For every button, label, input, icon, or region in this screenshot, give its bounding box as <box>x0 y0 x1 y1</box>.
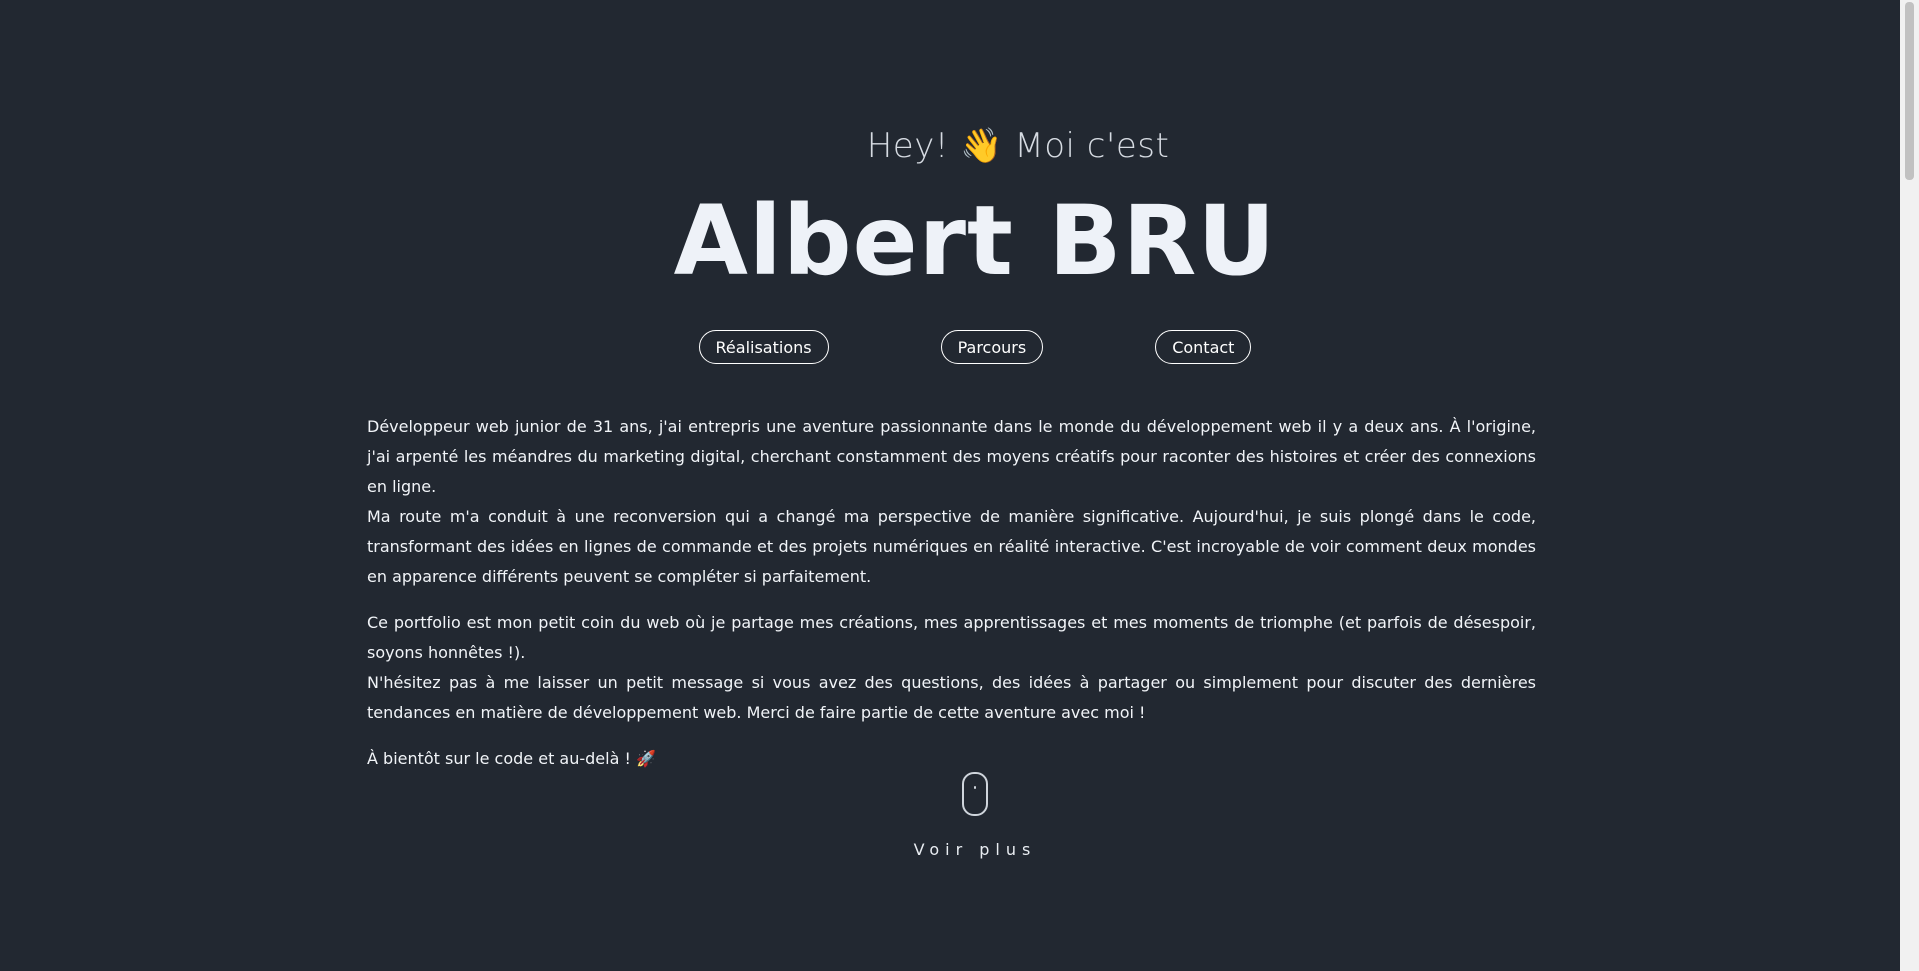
bio-p2-line1: Ce portfolio est mon petit coin du web o… <box>367 613 1536 662</box>
scrollbar-thumb[interactable] <box>1905 2 1914 180</box>
bio-paragraph-1: Développeur web junior de 31 ans, j'ai e… <box>367 412 1536 592</box>
page: Hey! 👋 Moi c'est Albert BRU Réalisations… <box>0 0 1919 971</box>
nav-button-contact[interactable]: Contact <box>1155 330 1252 364</box>
nav-button-realisations[interactable]: Réalisations <box>698 330 829 364</box>
scroll-hint: Voir plus <box>0 772 1900 859</box>
mouse-wheel <box>974 786 976 789</box>
mouse-scroll-icon[interactable] <box>962 772 988 816</box>
bio-text: Développeur web junior de 31 ans, j'ai e… <box>367 412 1536 790</box>
hero-section: Hey! 👋 Moi c'est Albert BRU Réalisations… <box>0 0 1900 971</box>
bio-p2-line2: N'hésitez pas à me laisser un petit mess… <box>367 673 1536 722</box>
bio-p1-line1: Développeur web junior de 31 ans, j'ai e… <box>367 417 1536 496</box>
vertical-scrollbar[interactable] <box>1900 0 1919 971</box>
main-nav: Réalisations Parcours Contact <box>0 330 1900 364</box>
greeting: Hey! 👋 Moi c'est <box>866 126 1170 166</box>
voir-plus-link[interactable]: Voir plus <box>50 840 1900 859</box>
nav-button-parcours[interactable]: Parcours <box>940 330 1044 364</box>
bio-paragraph-2: Ce portfolio est mon petit coin du web o… <box>367 608 1536 728</box>
page-title: Albert BRU <box>673 185 1277 297</box>
bio-p1-line2: Ma route m'a conduit à une reconversion … <box>367 507 1536 586</box>
bio-paragraph-3: À bientôt sur le code et au-delà ! 🚀 <box>367 749 656 768</box>
